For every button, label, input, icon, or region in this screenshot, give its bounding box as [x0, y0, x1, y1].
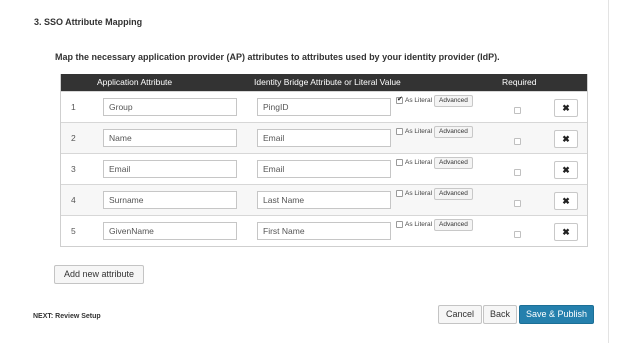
close-icon: ✖ — [562, 196, 570, 206]
close-icon: ✖ — [562, 103, 570, 113]
required-checkbox[interactable] — [514, 169, 521, 176]
as-literal-label: As Literal — [405, 128, 433, 135]
row-number: 3 — [71, 164, 76, 174]
delete-row-button[interactable]: ✖ — [554, 130, 578, 148]
table-row: 4 Surname Last Name As Literal Advanced … — [61, 184, 587, 215]
advanced-button[interactable]: Advanced — [434, 126, 473, 138]
back-button[interactable]: Back — [483, 305, 518, 324]
identity-bridge-attribute-input[interactable]: Email — [257, 160, 391, 178]
header-required: Required — [502, 77, 537, 87]
close-icon: ✖ — [562, 165, 570, 175]
advanced-button[interactable]: Advanced — [434, 157, 473, 169]
application-attribute-input[interactable]: Surname — [103, 191, 237, 209]
table-row: 5 GivenName First Name As Literal Advanc… — [61, 215, 587, 246]
delete-row-button[interactable]: ✖ — [554, 223, 578, 241]
as-literal-label: As Literal — [405, 221, 433, 228]
close-icon: ✖ — [562, 134, 570, 144]
close-icon: ✖ — [562, 227, 570, 237]
header-application-attribute: Application Attribute — [97, 77, 173, 87]
as-literal-checkbox[interactable] — [396, 159, 403, 166]
required-checkbox[interactable] — [514, 138, 521, 145]
application-attribute-input[interactable]: GivenName — [103, 222, 237, 240]
page: 3. SSO Attribute Mapping Map the necessa… — [0, 0, 617, 343]
table-row: 2 Name Email As Literal Advanced ✖ — [61, 122, 587, 153]
as-literal-label: As Literal — [405, 97, 433, 104]
application-attribute-input[interactable]: Group — [103, 98, 237, 116]
as-literal-label: As Literal — [405, 159, 433, 166]
required-checkbox[interactable] — [514, 200, 521, 207]
table-header: Application Attribute Identity Bridge At… — [61, 74, 587, 91]
cancel-button[interactable]: Cancel — [438, 305, 483, 324]
as-literal-checkbox[interactable] — [396, 190, 403, 197]
delete-row-button[interactable]: ✖ — [554, 192, 578, 210]
as-literal-checkbox[interactable] — [396, 95, 403, 104]
row-number: 4 — [71, 195, 76, 205]
table-row: 3 Email Email As Literal Advanced ✖ — [61, 153, 587, 184]
table-row: 1 Group PingID As Literal Advanced ✖ — [61, 91, 587, 122]
attribute-mapping-table: Application Attribute Identity Bridge At… — [60, 74, 588, 247]
advanced-button[interactable]: Advanced — [434, 188, 473, 200]
as-literal-label: As Literal — [405, 190, 433, 197]
right-divider — [608, 0, 609, 343]
required-checkbox[interactable] — [514, 231, 521, 238]
as-literal-checkbox[interactable] — [396, 128, 403, 135]
identity-bridge-attribute-input[interactable]: PingID — [257, 98, 391, 116]
application-attribute-input[interactable]: Name — [103, 129, 237, 147]
identity-bridge-attribute-input[interactable]: Last Name — [257, 191, 391, 209]
delete-row-button[interactable]: ✖ — [554, 99, 578, 117]
advanced-button[interactable]: Advanced — [434, 219, 473, 231]
header-identity-bridge-attribute: Identity Bridge Attribute or Literal Val… — [254, 77, 401, 87]
instructions-text: Map the necessary application provider (… — [55, 52, 500, 62]
as-literal-checkbox[interactable] — [396, 221, 403, 228]
section-title: 3. SSO Attribute Mapping — [34, 17, 143, 27]
next-step-label: NEXT: Review Setup — [33, 313, 101, 320]
application-attribute-input[interactable]: Email — [103, 160, 237, 178]
add-attribute-button[interactable]: Add new attribute — [54, 265, 145, 284]
save-publish-button[interactable]: Save & Publish — [519, 305, 594, 324]
delete-row-button[interactable]: ✖ — [554, 161, 578, 179]
identity-bridge-attribute-input[interactable]: Email — [257, 129, 391, 147]
identity-bridge-attribute-input[interactable]: First Name — [257, 222, 391, 240]
row-number: 1 — [71, 102, 76, 112]
row-number: 2 — [71, 133, 76, 143]
required-checkbox[interactable] — [514, 107, 521, 114]
row-number: 5 — [71, 226, 76, 236]
advanced-button[interactable]: Advanced — [434, 95, 473, 107]
